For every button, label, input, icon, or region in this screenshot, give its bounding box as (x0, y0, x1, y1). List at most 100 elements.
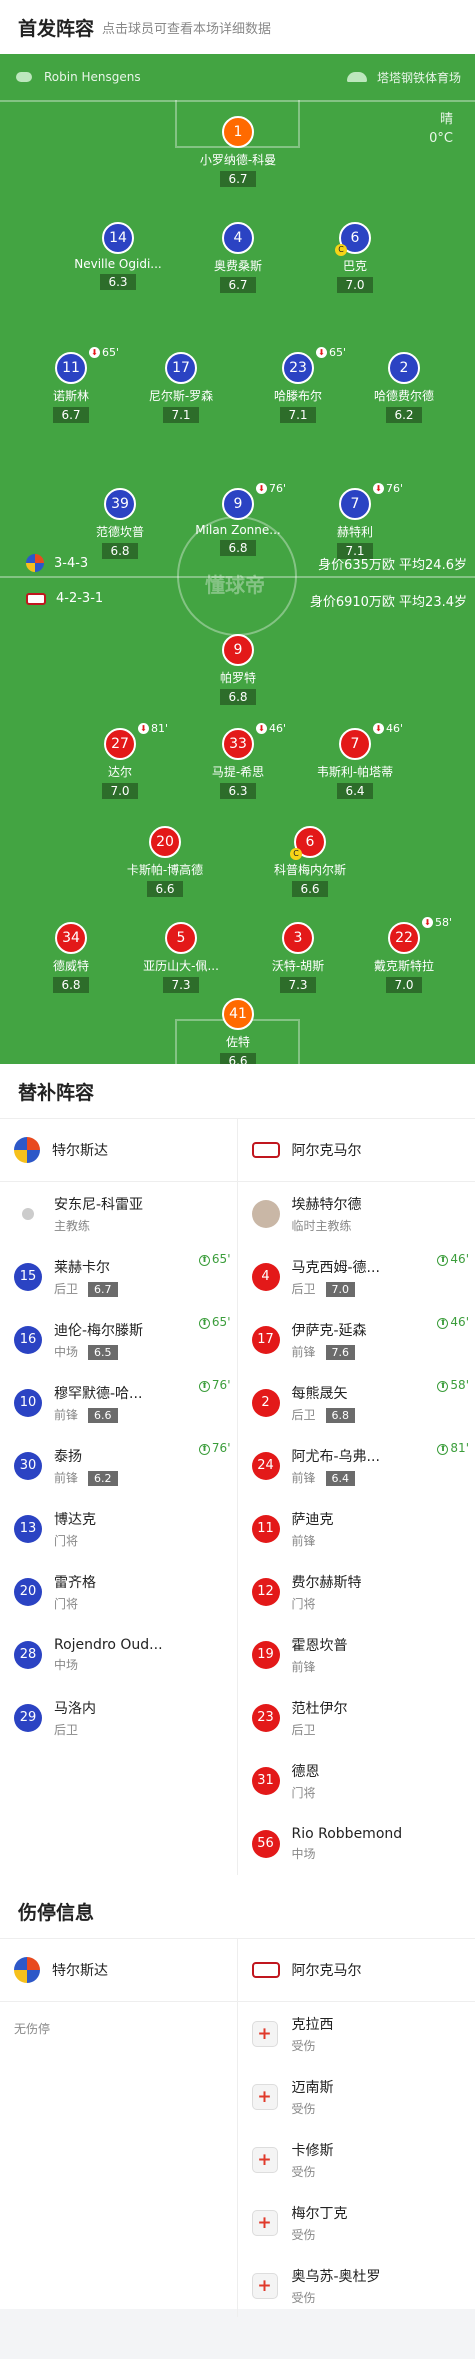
sub-in-icon: ⬆ (198, 1255, 210, 1266)
injury-status: 受伤 (291, 2227, 316, 2242)
medical-kit-icon: + (251, 2146, 278, 2173)
away-sub-row[interactable]: 2 每熊晟矢 后卫 6.8 ⬆ 58' (238, 1371, 475, 1434)
sub-event: ⬇ 81' (138, 722, 168, 735)
player-name: Neville Ogidi... (74, 257, 162, 271)
home-sub-row[interactable]: 28 Rojendro Oud... 中场 (0, 1623, 237, 1686)
player-number-circle: 14 (102, 222, 134, 254)
away-sub-row[interactable]: 19 霍恩坎普 前锋 (238, 1623, 475, 1686)
sub-name: 德恩 (291, 1763, 320, 1780)
sub-name: 阿尤布-乌弗... (291, 1448, 380, 1465)
home-sub-row[interactable]: 20 雷齐格 门将 (0, 1560, 237, 1623)
sub-out-icon: ⬇ (422, 917, 433, 928)
away-player[interactable]: 6 C 科普梅内尔斯 6.6 (240, 826, 380, 897)
sub-event: ⬇ 76' (256, 482, 286, 495)
away-sub-row[interactable]: 4 马克西姆-德... 后卫 7.0 ⬆ 46' (238, 1245, 475, 1308)
away-formation-row: 4-2-3-1 (26, 591, 103, 606)
sub-position: 中场 (291, 1846, 316, 1861)
sub-minute: 58' (435, 916, 453, 929)
player-number: 4 (233, 230, 243, 246)
home-player[interactable]: 14 Neville Ogidi... 6.3 (48, 222, 188, 290)
player-number: 41 (229, 1006, 247, 1022)
away-sub-row[interactable]: 12 费尔赫斯特 门将 (238, 1560, 475, 1623)
sub-position: 门将 (291, 1785, 316, 1800)
home-sub-row[interactable]: 30 泰扬 前锋 6.2 ⬆ 76' (0, 1434, 237, 1497)
home-team-name: 特尔斯达 (52, 1143, 108, 1159)
away-player[interactable]: 20 卡斯帕-博高德 6.6 (95, 826, 235, 897)
sub-out-icon: ⬇ (89, 347, 100, 358)
sub-position: 前锋 (291, 1533, 316, 1548)
captain-badge: C (335, 244, 347, 256)
away-sub-row[interactable]: 24 阿尤布-乌弗... 前锋 6.4 ⬆ 81' (238, 1434, 475, 1497)
player-name: 哈德费尔德 (373, 389, 434, 403)
home-team-row[interactable]: 特尔斯达 (0, 1119, 237, 1182)
injured-player-name: 梅尔丁克 (291, 2205, 348, 2222)
player-number: 6 (305, 834, 315, 850)
away-sub-row[interactable]: 11 萨迪克 前锋 (238, 1497, 475, 1560)
injuries-section: 伤停信息 特尔斯达 无伤停 阿尔克马尔 + 克拉西 受伤 + 迈南斯 受伤 + 卡修斯 受伤 + 梅… (0, 1884, 475, 2317)
away-team-row[interactable]: 阿尔克马尔 (237, 1119, 475, 1182)
sub-name: Rojendro Oud... (54, 1636, 163, 1653)
player-rating: 6.7 (53, 407, 89, 423)
sub-position: 中场 (54, 1657, 79, 1672)
watermark: 懂球帝 (205, 573, 265, 597)
away-coach-name: 埃赫特尔德 (291, 1196, 362, 1213)
home-sub-row[interactable]: 10 穆罕默德-哈... 前锋 6.6 ⬆ 76' (0, 1371, 237, 1434)
sub-number: 2 (251, 1388, 280, 1417)
home-sub-row[interactable]: 29 马洛内 后卫 (0, 1686, 237, 1749)
home-injury-team-name: 特尔斯达 (52, 1963, 108, 1979)
sub-number: 30 (14, 1451, 42, 1480)
sub-position: 后卫 (54, 1281, 79, 1296)
away-sub-row[interactable]: 17 伊萨克-延森 前锋 7.6 ⬆ 46' (238, 1308, 475, 1371)
pitch: Robin Hensgens 塔塔钢铁体育场 晴 0°C 懂球帝 3-4-3 身… (0, 54, 475, 1064)
sub-in-event: ⬆ 46' (437, 1252, 469, 1266)
player-rating: 7.3 (280, 977, 316, 993)
home-coach-row[interactable]: 安东尼-科雷亚 主教练 (0, 1182, 237, 1245)
player-rating: 7.1 (280, 407, 316, 423)
home-injuries-column: 特尔斯达 无伤停 (0, 1939, 238, 2317)
injury-row[interactable]: + 梅尔丁克 受伤 (238, 2191, 475, 2254)
home-sub-row[interactable]: 16 迪伦-梅尔滕斯 中场 6.5 ⬆ 65' (0, 1308, 237, 1371)
sub-event: ⬇ 46' (373, 722, 403, 735)
away-team-name: 阿尔克马尔 (291, 1143, 362, 1159)
home-player[interactable]: 2 哈德费尔德 6.2 (334, 352, 474, 423)
lineup-subtitle: 点击球员可查看本场详细数据 (102, 21, 272, 37)
injury-row[interactable]: + 奥乌苏-奥杜罗 受伤 (238, 2254, 475, 2317)
away-team-logo (251, 1142, 280, 1158)
player-number-circle: 5 (165, 922, 197, 954)
player-rating: 7.0 (386, 977, 422, 993)
away-team-logo (26, 592, 46, 605)
player-number: 1 (233, 124, 243, 140)
sub-name: 每熊晟矢 (291, 1385, 348, 1402)
sub-name: 马洛内 (54, 1700, 96, 1717)
home-player[interactable]: 6 C 巴克 7.0 (285, 222, 425, 293)
home-sub-row[interactable]: 15 莱赫卡尔 后卫 6.7 ⬆ 65' (0, 1245, 237, 1308)
home-player[interactable]: 1 小罗纳德-科曼 6.7 (168, 116, 308, 187)
injury-row[interactable]: + 迈南斯 受伤 (238, 2065, 475, 2128)
away-player[interactable]: 9 帕罗特 6.8 (168, 634, 308, 705)
sub-number: 29 (14, 1703, 42, 1732)
away-sub-row[interactable]: 56 Rio Robbemond 中场 (238, 1812, 475, 1875)
injury-row[interactable]: + 克拉西 受伤 (238, 2002, 475, 2065)
away-player[interactable]: 41 佐特 6.6 (168, 998, 308, 1064)
sub-in-icon: ⬆ (437, 1381, 449, 1392)
sub-position: 前锋 (291, 1344, 316, 1359)
player-number-circle: 1 (222, 116, 254, 148)
home-sub-row[interactable]: 13 博达克 门将 (0, 1497, 237, 1560)
sub-name: 萨迪克 (291, 1511, 334, 1528)
injury-row[interactable]: + 卡修斯 受伤 (238, 2128, 475, 2191)
away-sub-row[interactable]: 23 范杜伊尔 后卫 (238, 1686, 475, 1749)
captain-badge: C (290, 848, 302, 860)
away-player[interactable]: 7 ⬇ 46' 韦斯利-帕塔蒂 6.4 (285, 722, 425, 799)
substitutes-title: 替补阵容 (18, 1081, 95, 1104)
player-rating: 6.8 (220, 689, 256, 705)
home-player[interactable]: 7 ⬇ 76' 赫特利 7.1 (285, 482, 425, 559)
player-number-circle: 23 (282, 352, 314, 384)
player-number: 9 (233, 642, 243, 658)
away-coach-row[interactable]: 埃赫特尔德 临时主教练 (238, 1182, 475, 1245)
sub-in-event: ⬆ 76' (198, 1441, 231, 1455)
away-player[interactable]: 22 ⬇ 58' 戴克斯特拉 7.0 (334, 916, 474, 993)
medical-kit-icon: + (251, 2020, 278, 2047)
player-number-circle: 9 (222, 634, 254, 666)
player-number: 5 (176, 930, 186, 946)
away-sub-row[interactable]: 31 德恩 门将 (238, 1749, 475, 1812)
